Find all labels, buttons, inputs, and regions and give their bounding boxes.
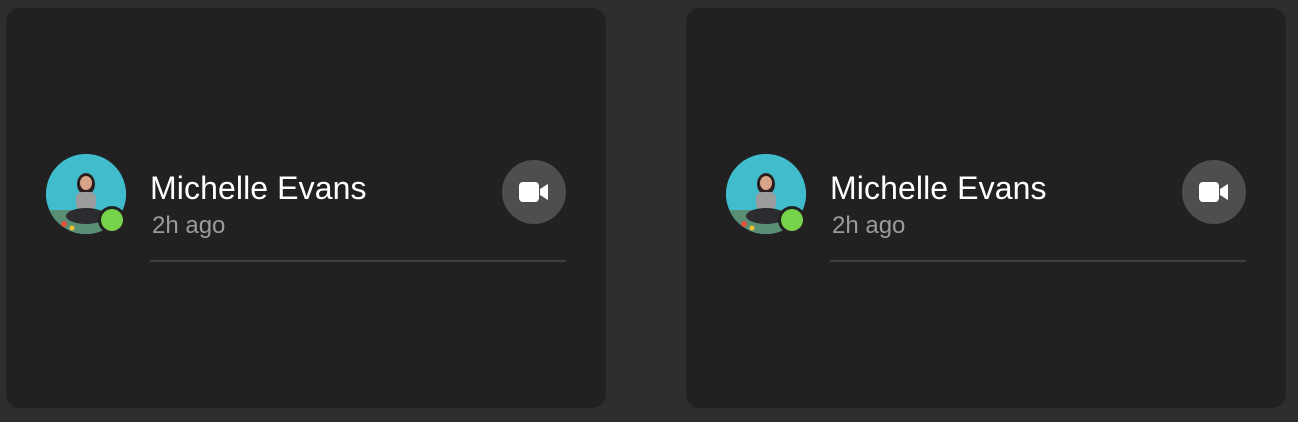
- video-call-button[interactable]: [1182, 160, 1246, 224]
- video-call-button[interactable]: [502, 160, 566, 224]
- row-divider: [830, 260, 1246, 262]
- contact-row[interactable]: Michelle Evans 2h ago: [46, 154, 566, 262]
- video-camera-icon: [1199, 182, 1228, 202]
- online-status-dot: [101, 209, 123, 231]
- avatar-container: [46, 154, 126, 234]
- online-status-dot: [781, 209, 803, 231]
- last-seen-time: 2h ago: [152, 212, 226, 239]
- contact-card: Michelle Evans 2h ago: [686, 8, 1286, 408]
- contact-card: Michelle Evans 2h ago: [6, 8, 606, 408]
- contact-name: Michelle Evans: [830, 170, 1047, 206]
- video-camera-icon: [519, 182, 548, 202]
- last-seen-time: 2h ago: [832, 212, 906, 239]
- avatar-container: [726, 154, 806, 234]
- contact-row[interactable]: Michelle Evans 2h ago: [726, 154, 1246, 262]
- row-divider: [150, 260, 566, 262]
- contact-name: Michelle Evans: [150, 170, 367, 206]
